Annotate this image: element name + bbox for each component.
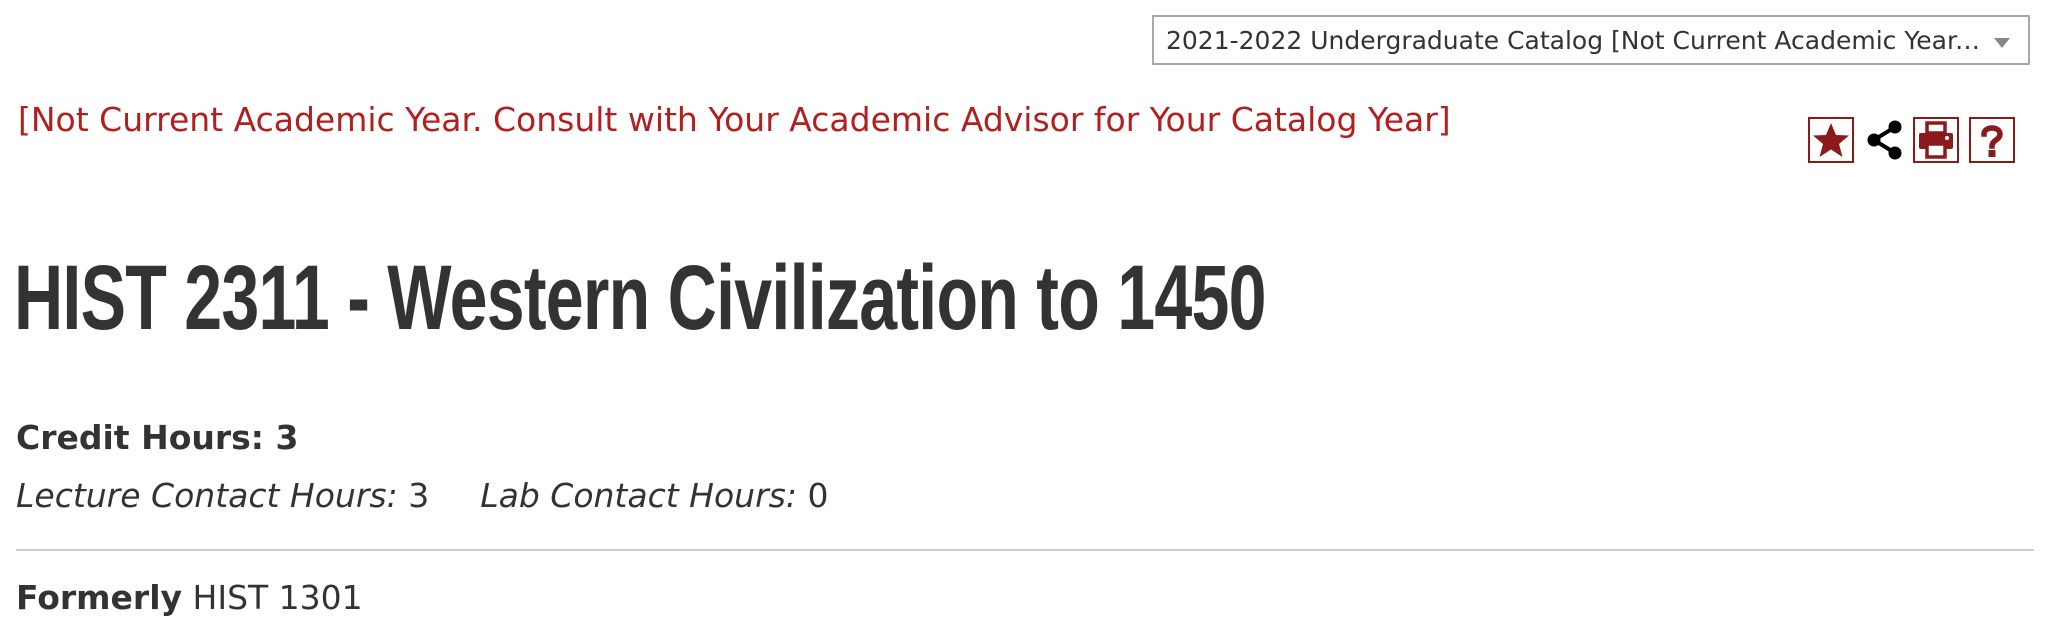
- catalog-select-value: 2021-2022 Undergraduate Catalog [Not Cur…: [1166, 25, 1984, 55]
- credit-hours: Credit Hours: 3: [16, 418, 298, 457]
- lecture-hours-label: Lecture Contact Hours:: [16, 476, 398, 515]
- page-toolbar: [1808, 115, 2015, 165]
- formerly-value: HIST 1301: [192, 578, 363, 617]
- star-icon: [1813, 123, 1849, 157]
- share-icon: [1867, 120, 1902, 160]
- contact-hours: Lecture Contact Hours: 3 Lab Contact Hou…: [16, 476, 828, 515]
- share-button[interactable]: [1862, 117, 1908, 163]
- credit-hours-value: 3: [275, 418, 299, 457]
- divider: [16, 549, 2034, 551]
- credit-hours-label: Credit Hours:: [16, 418, 264, 457]
- help-button[interactable]: [1969, 117, 2015, 163]
- lecture-hours-value: 3: [408, 476, 430, 515]
- help-icon: [1981, 125, 2003, 157]
- lab-hours-label: Lab Contact Hours:: [480, 476, 797, 515]
- chevron-down-icon: [1994, 38, 2010, 48]
- print-icon: [1919, 121, 1953, 159]
- lab-hours-value: 0: [807, 476, 829, 515]
- favorite-button[interactable]: [1808, 117, 1854, 163]
- print-button[interactable]: [1913, 117, 1959, 163]
- not-current-notice: [Not Current Academic Year. Consult with…: [18, 100, 1451, 139]
- formerly-course: Formerly HIST 1301: [16, 578, 363, 617]
- page-title: HIST 2311 - Western Civilization to 1450: [14, 247, 1266, 349]
- catalog-select[interactable]: 2021-2022 Undergraduate Catalog [Not Cur…: [1152, 15, 2030, 65]
- formerly-label: Formerly: [16, 578, 183, 617]
